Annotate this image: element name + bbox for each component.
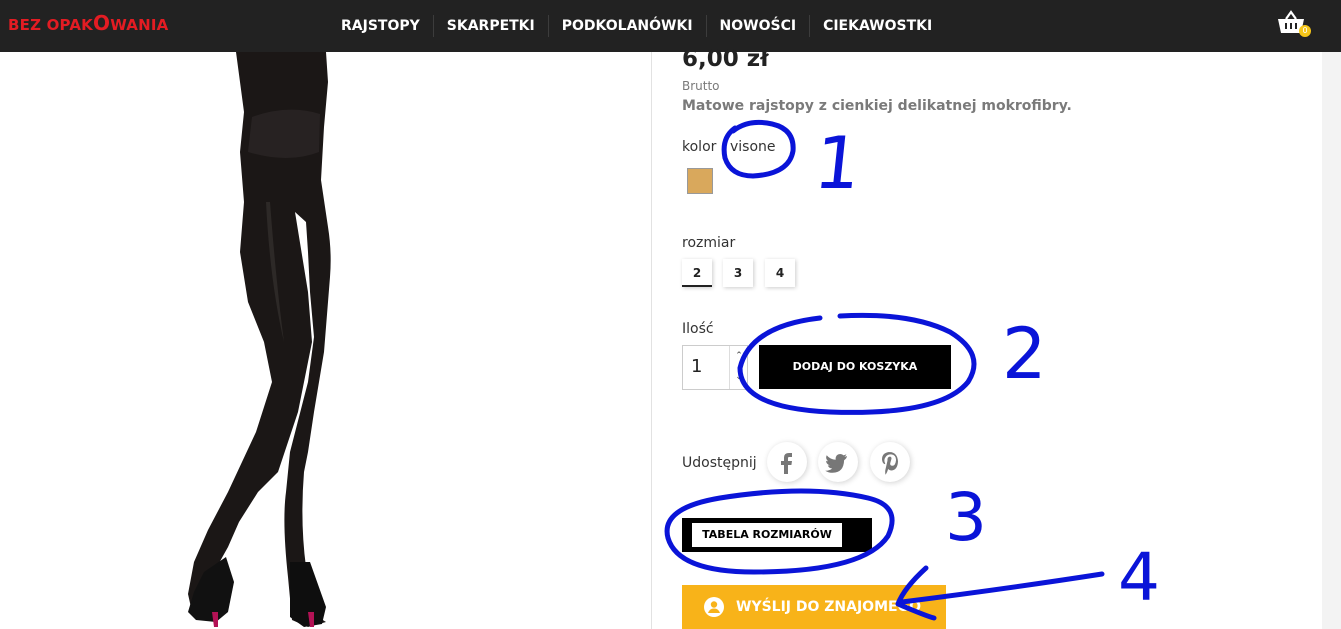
product-image-panel <box>8 52 652 629</box>
nav-podkolanowki[interactable]: PODKOLANÓWKI <box>547 15 706 37</box>
pinterest-share-button[interactable] <box>870 442 910 482</box>
quantity-label: Ilość <box>682 321 714 337</box>
annotation-number-2: 2 <box>1002 313 1047 395</box>
right-edge <box>1322 52 1341 629</box>
size-option-4[interactable]: 4 <box>765 259 795 287</box>
cart-count-badge: 0 <box>1299 25 1311 37</box>
twitter-icon <box>825 454 847 473</box>
quantity-value[interactable]: 1 <box>691 356 702 377</box>
send-to-friend-button[interactable]: WYŚLIJ DO ZNAJOMEGO <box>682 585 946 629</box>
main-nav: RAJSTOPY SKARPETKI PODKOLANÓWKI NOWOŚCI … <box>328 0 945 52</box>
user-icon <box>704 597 724 617</box>
site-logo[interactable]: BEZ OPAKOWANIA <box>8 11 168 35</box>
annotation-number-3: 3 <box>945 479 987 556</box>
facebook-icon <box>781 453 792 474</box>
nav-skarpetki[interactable]: SKARPETKI <box>432 15 548 37</box>
size-table-button[interactable]: TABELA ROZMIARÓW <box>682 518 872 552</box>
size-option-3[interactable]: 3 <box>723 259 753 287</box>
tax-label: Brutto <box>682 79 720 93</box>
annotation-number-4: 4 <box>1118 539 1160 616</box>
cart-button[interactable]: 0 <box>1276 10 1312 42</box>
share-label: Udostępnij <box>682 455 757 471</box>
pinterest-icon <box>882 452 898 475</box>
product-description: Matowe rajstopy z cienkiej delikatnej mo… <box>682 98 1072 114</box>
right-shoe <box>290 562 326 627</box>
color-label: kolor : visone <box>682 139 776 155</box>
add-to-cart-button[interactable]: DODAJ DO KOSZYKA <box>759 345 951 389</box>
size-option-2[interactable]: 2 <box>682 259 712 287</box>
top-bar: BEZ OPAKOWANIA RAJSTOPY SKARPETKI PODKOL… <box>0 0 1341 52</box>
size-label: rozmiar <box>682 235 736 251</box>
quantity-stepper[interactable]: 1 ⌃ ⌄ <box>682 345 748 390</box>
color-swatch-visone[interactable] <box>687 168 713 194</box>
quantity-arrows[interactable]: ⌃ ⌄ <box>729 346 748 389</box>
product-image[interactable] <box>8 52 652 629</box>
chevron-down-icon[interactable]: ⌄ <box>730 367 748 388</box>
size-table-label: TABELA ROZMIARÓW <box>692 523 842 547</box>
chevron-up-icon[interactable]: ⌃ <box>730 346 748 367</box>
hip-highlight <box>248 109 320 158</box>
nav-rajstopy[interactable]: RAJSTOPY <box>328 15 433 37</box>
facebook-share-button[interactable] <box>767 442 807 482</box>
nav-nowosci[interactable]: NOWOŚCI <box>705 15 810 37</box>
twitter-share-button[interactable] <box>818 442 858 482</box>
annotation-number-1: 1 <box>810 122 865 206</box>
send-to-friend-label: WYŚLIJ DO ZNAJOMEGO <box>736 599 921 615</box>
product-price: 6,00 zł <box>682 46 769 72</box>
nav-ciekawostki[interactable]: CIEKAWOSTKI <box>809 15 945 37</box>
